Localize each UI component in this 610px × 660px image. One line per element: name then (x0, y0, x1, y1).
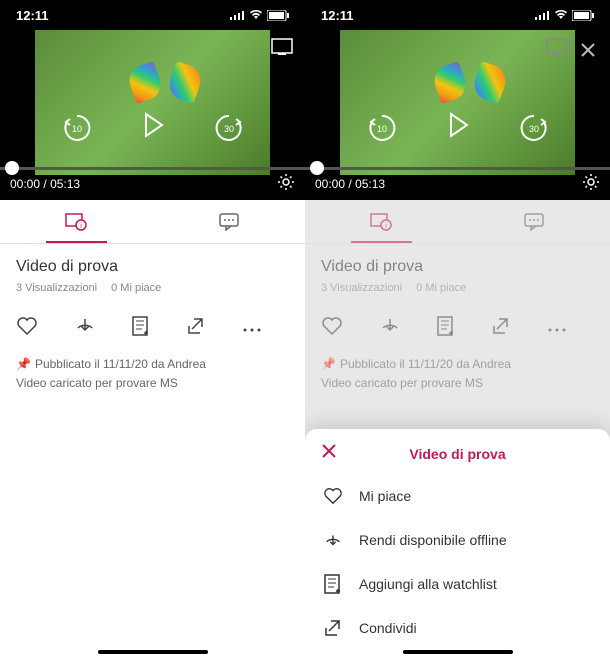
sheet-offline-item[interactable]: Rendi disponibile offline (305, 518, 610, 562)
video-title: Video di prova (16, 258, 289, 276)
svg-text:30: 30 (223, 124, 233, 134)
tab-comments[interactable] (458, 200, 610, 243)
sheet-like-label: Mi piace (359, 488, 411, 504)
rewind-10-button[interactable]: 10 (61, 112, 93, 144)
settings-icon[interactable] (582, 173, 600, 194)
status-icons (535, 10, 594, 21)
video-thumbnail (340, 30, 575, 175)
sheet-share-label: Condividi (359, 620, 417, 636)
video-player[interactable]: 10 30 00:00 / 05:13 (305, 30, 610, 200)
time-display: 00:00 / 05:13 (10, 177, 80, 191)
home-indicator[interactable] (403, 650, 513, 654)
progress-bar[interactable] (0, 167, 305, 170)
heart-icon (323, 486, 343, 506)
forward-30-button[interactable]: 30 (518, 112, 550, 144)
progress-bar[interactable] (305, 167, 610, 170)
cloud-download-icon (323, 530, 343, 550)
tab-bar: i (305, 200, 610, 244)
action-sheet: Video di prova Mi piace Rendi disponibil… (305, 429, 610, 660)
play-button[interactable] (443, 110, 473, 145)
tab-info[interactable]: i (0, 200, 153, 243)
like-count: 0 Mi piace (111, 282, 161, 294)
watchlist-button[interactable] (132, 316, 150, 341)
status-time: 12:11 (321, 8, 354, 23)
svg-text:30: 30 (528, 124, 538, 134)
video-thumbnail (35, 30, 270, 175)
cast-icon[interactable] (271, 38, 295, 56)
status-bar: 12:11 (0, 0, 305, 30)
share-button[interactable] (186, 316, 206, 341)
like-button[interactable] (321, 316, 343, 341)
cast-icon[interactable] (546, 38, 570, 56)
sheet-watchlist-label: Aggiungi alla watchlist (359, 576, 497, 592)
pin-icon: 📌 (16, 355, 31, 374)
tab-info[interactable]: i (305, 200, 458, 243)
download-button[interactable] (74, 316, 96, 341)
home-indicator[interactable] (98, 650, 208, 654)
sheet-watchlist-item[interactable]: Aggiungi alla watchlist (305, 562, 610, 606)
wifi-icon (554, 10, 568, 20)
time-display: 00:00 / 05:13 (315, 177, 385, 191)
svg-text:10: 10 (376, 124, 386, 134)
rewind-10-button[interactable]: 10 (366, 112, 398, 144)
video-player[interactable]: 10 30 00:00 / 05:13 (0, 30, 305, 200)
download-button[interactable] (379, 316, 401, 341)
sheet-offline-label: Rendi disponibile offline (359, 532, 507, 548)
battery-icon (572, 10, 594, 21)
video-title: Video di prova (321, 258, 594, 276)
video-description: Video caricato per provare MS (321, 374, 594, 393)
forward-30-button[interactable]: 30 (213, 112, 245, 144)
list-add-icon (323, 574, 343, 594)
status-icons (230, 10, 289, 21)
play-button[interactable] (138, 110, 168, 145)
status-time: 12:11 (16, 8, 49, 23)
share-icon (323, 618, 343, 638)
published-info: Pubblicato il 11/11/20 da Andrea (35, 355, 206, 374)
like-count: 0 Mi piace (416, 282, 466, 294)
sheet-title: Video di prova (409, 446, 505, 462)
pin-icon: 📌 (321, 355, 336, 374)
more-button[interactable] (242, 320, 262, 338)
svg-text:10: 10 (71, 124, 81, 134)
battery-icon (267, 10, 289, 21)
sheet-share-item[interactable]: Condividi (305, 606, 610, 650)
status-bar: 12:11 (305, 0, 610, 30)
signal-icon (535, 10, 550, 20)
settings-icon[interactable] (277, 173, 295, 194)
published-info: Pubblicato il 11/11/20 da Andrea (340, 355, 511, 374)
tab-bar: i (0, 200, 305, 244)
view-count: 3 Visualizzazioni (16, 282, 97, 294)
video-description: Video caricato per provare MS (16, 374, 289, 393)
view-count: 3 Visualizzazioni (321, 282, 402, 294)
sheet-like-item[interactable]: Mi piace (305, 474, 610, 518)
signal-icon (230, 10, 245, 20)
watchlist-button[interactable] (437, 316, 455, 341)
close-button[interactable] (576, 38, 600, 62)
like-button[interactable] (16, 316, 38, 341)
share-button[interactable] (491, 316, 511, 341)
tab-comments[interactable] (153, 200, 306, 243)
more-button[interactable] (547, 320, 567, 338)
wifi-icon (249, 10, 263, 20)
sheet-close-button[interactable] (321, 443, 337, 464)
